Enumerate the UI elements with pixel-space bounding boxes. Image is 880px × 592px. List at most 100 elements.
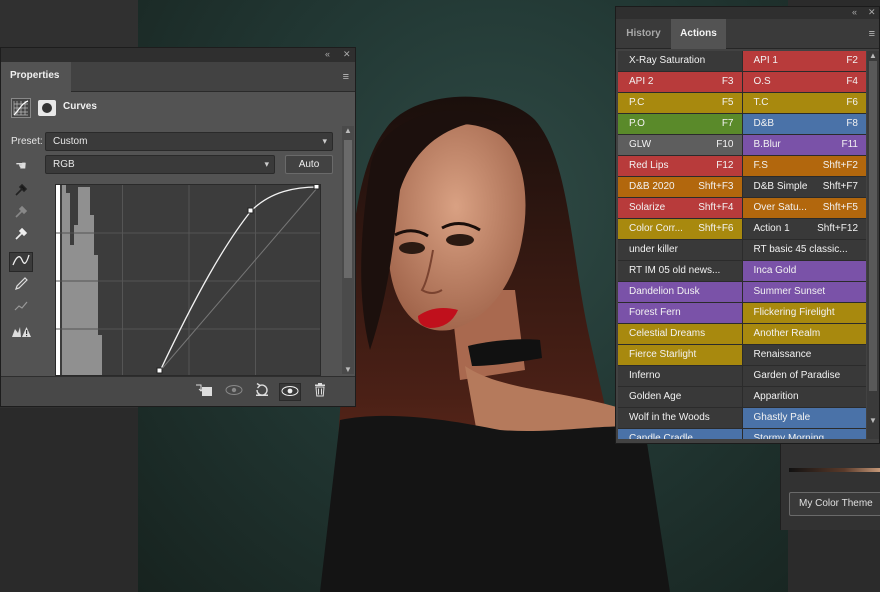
action-button[interactable]: API 1 F2	[742, 51, 866, 71]
pencil-draw-icon[interactable]	[9, 276, 33, 296]
close-icon[interactable]: ✕	[868, 7, 876, 18]
targeted-adjustment-hand-icon[interactable]: ☚	[9, 156, 33, 176]
action-shortcut: F11	[841, 139, 859, 150]
action-button[interactable]: Celestial Dreams	[618, 324, 742, 344]
smooth-curve-icon[interactable]	[9, 298, 33, 318]
clip-to-layer-icon[interactable]	[193, 383, 215, 401]
tab-history[interactable]: History	[616, 19, 671, 49]
action-button[interactable]: Color Corr... Shft+F6	[618, 219, 742, 239]
action-name: Inferno	[629, 370, 661, 381]
action-button[interactable]: Wolf in the Woods	[618, 408, 742, 428]
action-button[interactable]: RT IM 05 old news...	[618, 261, 742, 281]
action-name: Wolf in the Woods	[629, 412, 710, 423]
action-button[interactable]: Ghastly Pale	[742, 408, 866, 428]
panel-menu-icon[interactable]: ≡	[869, 28, 875, 40]
black-point-eyedropper-icon[interactable]	[9, 182, 33, 202]
action-button[interactable]: Candle Cradle	[618, 429, 742, 439]
action-shortcut: F3	[721, 76, 734, 87]
action-button[interactable]: Inferno	[618, 366, 742, 386]
scroll-down-icon[interactable]: ▼	[869, 416, 877, 425]
action-row: GLW F10 B.Blur F11	[618, 135, 866, 156]
properties-tab-row: Properties ≡	[1, 62, 355, 92]
action-button[interactable]: P.O F7	[618, 114, 742, 134]
scroll-thumb[interactable]	[869, 61, 877, 391]
action-name: Dandelion Dusk	[629, 286, 700, 297]
tab-properties[interactable]: Properties	[1, 62, 71, 92]
action-name: P.O	[629, 118, 645, 129]
actions-titlebar[interactable]: « ✕	[616, 7, 879, 19]
action-button[interactable]: Fierce Starlight	[618, 345, 742, 365]
delete-adjustment-icon[interactable]	[309, 383, 331, 401]
properties-titlebar[interactable]: « ✕	[1, 48, 355, 62]
action-row: Candle Cradle Stormy Morning	[618, 429, 866, 439]
action-name: O.S	[753, 76, 771, 87]
layer-mask-icon[interactable]	[38, 100, 56, 116]
action-button[interactable]: O.S F4	[742, 72, 866, 92]
color-theme-panel: My Color Theme	[780, 440, 880, 530]
toggle-visibility-icon[interactable]	[279, 383, 301, 401]
action-button[interactable]: Over Satu... Shft+F5	[742, 198, 866, 218]
channel-dropdown[interactable]: RGB ▾	[45, 155, 275, 174]
action-button[interactable]: D&B 2020 Shft+F3	[618, 177, 742, 197]
tab-actions[interactable]: Actions	[671, 19, 726, 49]
action-shortcut: Shft+F2	[822, 160, 858, 171]
action-button[interactable]: Inca Gold	[742, 261, 866, 281]
action-name: Golden Age	[629, 391, 682, 402]
collapse-icon[interactable]: «	[852, 7, 857, 17]
white-point-eyedropper-icon[interactable]	[9, 226, 33, 246]
action-button[interactable]: P.C F5	[618, 93, 742, 113]
action-shortcut: F6	[846, 97, 858, 108]
action-button[interactable]: Apparition	[742, 387, 866, 407]
action-button[interactable]: Forest Fern	[618, 303, 742, 323]
scroll-up-icon[interactable]: ▲	[344, 126, 352, 135]
reset-adjustment-icon[interactable]	[251, 382, 273, 401]
action-button[interactable]: Renaissance	[742, 345, 866, 365]
action-button[interactable]: Another Realm	[742, 324, 866, 344]
action-row: X-Ray Saturation API 1 F2	[618, 51, 866, 72]
action-button[interactable]: D&B Simple Shft+F7	[742, 177, 866, 197]
collapse-icon[interactable]: «	[325, 49, 330, 59]
action-row: Red Lips F12 F.S Shft+F2	[618, 156, 866, 177]
scroll-up-icon[interactable]: ▲	[869, 51, 877, 60]
action-button[interactable]: Garden of Paradise	[742, 366, 866, 386]
action-name: D&B 2020	[629, 181, 675, 192]
action-button[interactable]: under killer	[618, 240, 742, 260]
panel-menu-icon[interactable]: ≡	[343, 71, 349, 83]
color-theme-button[interactable]: My Color Theme	[789, 492, 880, 516]
action-button[interactable]: GLW F10	[618, 135, 742, 155]
action-button[interactable]: Red Lips F12	[618, 156, 742, 176]
gray-point-eyedropper-icon[interactable]	[9, 204, 33, 224]
action-button[interactable]: D&B F8	[742, 114, 866, 134]
action-row: Wolf in the Woods Ghastly Pale	[618, 408, 866, 429]
clipping-warning-icon[interactable]	[9, 324, 33, 344]
action-button[interactable]: B.Blur F11	[742, 135, 866, 155]
action-button[interactable]: API 2 F3	[618, 72, 742, 92]
scroll-down-icon[interactable]: ▼	[344, 365, 352, 374]
action-name: Summer Sunset	[753, 286, 826, 297]
properties-scrollbar[interactable]: ▲ ▼	[342, 126, 354, 374]
scroll-thumb[interactable]	[344, 140, 352, 278]
action-button[interactable]: Dandelion Dusk	[618, 282, 742, 302]
action-button[interactable]: T.C F6	[742, 93, 866, 113]
action-shortcut: F7	[721, 118, 734, 129]
auto-button[interactable]: Auto	[285, 155, 333, 174]
action-button[interactable]: Action 1 Shft+F12	[742, 219, 866, 239]
actions-scrollbar[interactable]: ▲ ▼	[867, 51, 879, 439]
action-button[interactable]: Flickering Firelight	[742, 303, 866, 323]
curves-graph[interactable]	[55, 184, 321, 376]
preset-dropdown[interactable]: Custom ▾	[45, 132, 333, 151]
action-row: P.O F7 D&B F8	[618, 114, 866, 135]
action-name: GLW	[629, 139, 652, 150]
action-button[interactable]: F.S Shft+F2	[742, 156, 866, 176]
action-button[interactable]: Summer Sunset	[742, 282, 866, 302]
action-button[interactable]: X-Ray Saturation	[618, 51, 742, 71]
actions-panel: « ✕ History Actions ≡ X-Ray Saturation AP…	[615, 6, 880, 444]
action-button[interactable]: Solarize Shft+F4	[618, 198, 742, 218]
view-previous-state-icon[interactable]	[223, 383, 245, 401]
edit-points-curve-icon[interactable]	[9, 252, 33, 272]
action-button[interactable]: RT basic 45 classic...	[742, 240, 866, 260]
close-icon[interactable]: ✕	[343, 49, 351, 60]
action-button[interactable]: Golden Age	[618, 387, 742, 407]
curves-adjustment-icon[interactable]	[11, 98, 31, 118]
action-button[interactable]: Stormy Morning	[742, 429, 866, 439]
